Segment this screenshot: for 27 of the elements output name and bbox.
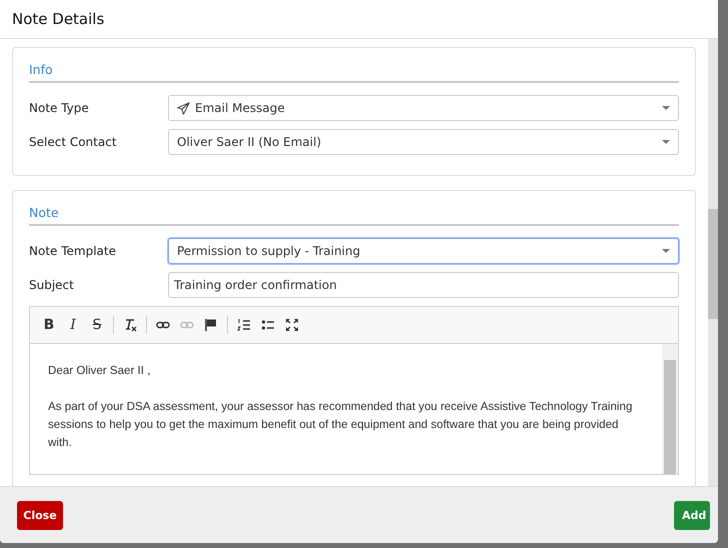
- editor-paragraph: As part of your DSA assessment, your assessor has recommended that you receive Assistive Technology Training sessions to help you to get the maximum benefit out of the equipment and software that you are being provided with.: [48, 399, 634, 451]
- dropdown-field[interactable]: Email Message: [168, 95, 679, 121]
- caret-icon: [662, 106, 670, 110]
- maximize-icon: [285, 318, 299, 332]
- dropdown-field[interactable]: Oliver Saer II (No Email): [168, 129, 679, 155]
- add-button[interactable]: Add: [674, 500, 710, 530]
- bulleted-list-icon: [261, 318, 275, 332]
- italic-button[interactable]: I: [62, 314, 84, 336]
- field-label: Note Template: [29, 244, 117, 258]
- paper-plane-icon: [177, 102, 190, 114]
- numbered-list-icon: [237, 318, 251, 332]
- editor-paragraph: Dear Oliver Saer II ,: [48, 363, 152, 379]
- field-label: Select Contact: [29, 135, 118, 149]
- close-button[interactable]: Close: [17, 500, 63, 530]
- section-title: Note: [29, 205, 60, 220]
- caret-icon: [662, 140, 670, 144]
- clear-format-icon: [123, 318, 137, 332]
- dropdown-field[interactable]: Permission to supply - Training: [168, 238, 679, 264]
- field-label: Note Type: [29, 101, 90, 115]
- bold-button[interactable]: B: [38, 314, 60, 336]
- field-label: Subject: [29, 278, 75, 292]
- caret-icon: [662, 249, 670, 253]
- subject-field[interactable]: Training order confirmation: [168, 272, 679, 298]
- flag-icon: [204, 318, 218, 332]
- section-title: Info: [29, 62, 54, 77]
- dialog-title: Note Details: [12, 10, 104, 28]
- strike-button[interactable]: S: [86, 314, 108, 336]
